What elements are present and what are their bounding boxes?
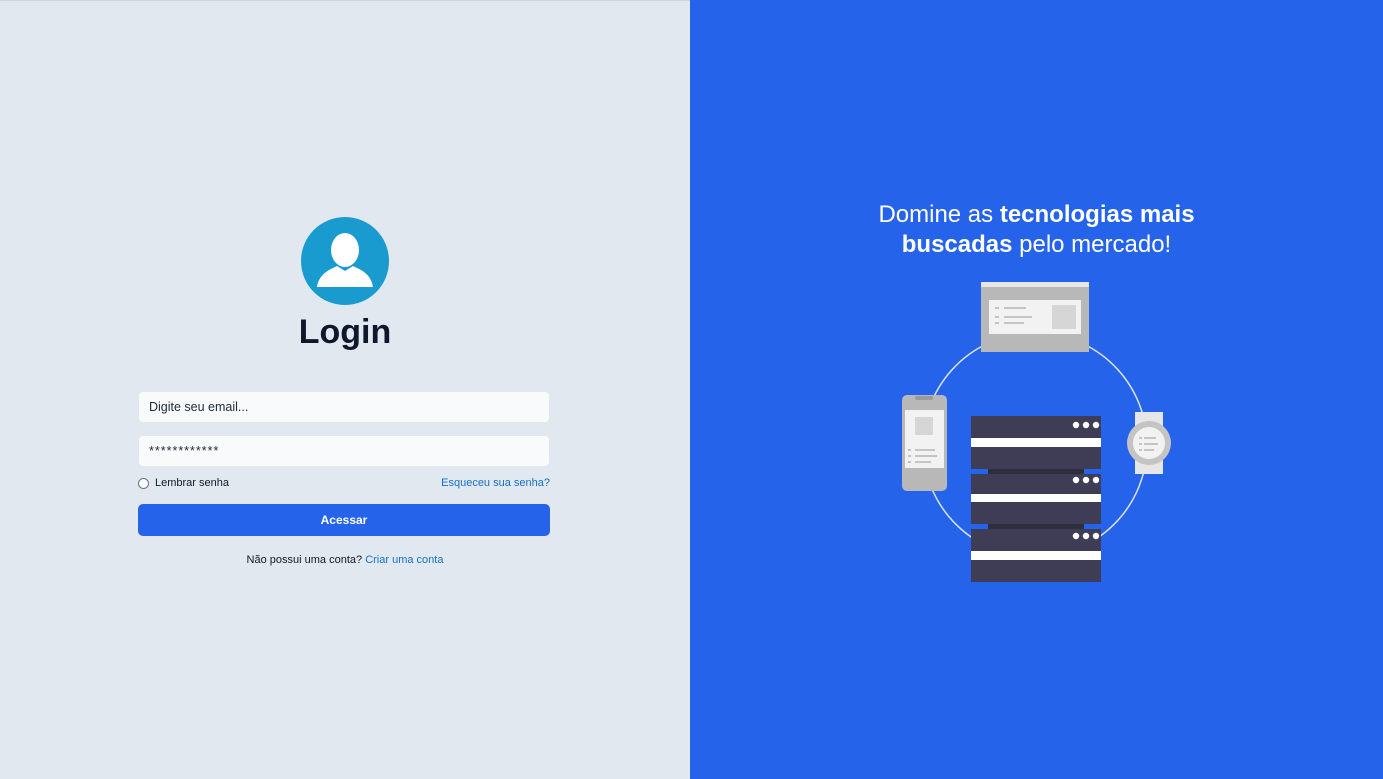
signup-prompt: Não possui uma conta? Criar uma conta (0, 554, 690, 566)
browser-window-icon (981, 282, 1089, 352)
remember-password-option[interactable]: Lembrar senha (138, 477, 229, 489)
headline-part-4: pelo mercado! (1012, 231, 1172, 258)
remember-label: Lembrar senha (155, 477, 229, 489)
signup-prompt-text: Não possui uma conta? (246, 554, 363, 566)
user-avatar-icon (301, 217, 389, 305)
devices-illustration (902, 282, 1171, 582)
login-panel: Login Lembrar senha Esqueceu sua senha? … (0, 0, 690, 779)
server-rack-icon (971, 416, 1101, 582)
login-submit-button[interactable]: Acessar (138, 504, 550, 536)
password-input[interactable] (138, 435, 550, 467)
hero-headline: Domine as tecnologias mais buscadas pelo… (690, 200, 1383, 260)
forgot-password-link[interactable]: Esqueceu sua senha? (441, 477, 550, 489)
headline-part-3: buscadas (901, 231, 1013, 258)
login-title: Login (298, 313, 392, 351)
smartwatch-icon (1127, 412, 1171, 474)
create-account-link[interactable]: Criar uma conta (365, 554, 443, 566)
smartphone-icon (902, 395, 947, 491)
email-input[interactable] (138, 391, 550, 423)
remember-radio[interactable] (138, 477, 149, 489)
headline-part-1: Domine as (878, 201, 1000, 228)
headline-part-2: tecnologias mais (999, 201, 1195, 228)
